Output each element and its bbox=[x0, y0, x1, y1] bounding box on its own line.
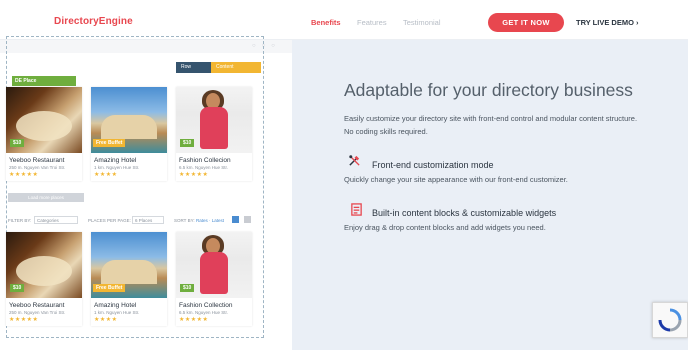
offer-badge: Free Buffet bbox=[93, 139, 126, 147]
editor-toolbar: Row Content bbox=[176, 62, 261, 73]
landing-page: DirectoryEngine Benefits Features Testim… bbox=[0, 0, 688, 350]
per-page-select[interactable]: 6 Places bbox=[132, 216, 164, 224]
model-dress-shape bbox=[200, 107, 228, 149]
hotel-image: Free Buffet bbox=[91, 87, 167, 153]
offer-badge: Free Buffet bbox=[93, 284, 126, 292]
section-headline: Adaptable for your directory business bbox=[344, 80, 633, 100]
sort-by-label: SORT BY: bbox=[174, 218, 195, 223]
filter-by-label: FILTER BY: bbox=[8, 218, 32, 223]
category-select[interactable]: Categories bbox=[34, 216, 78, 224]
hotel-image: Free Buffet bbox=[91, 232, 167, 298]
nav-testimonial[interactable]: Testimonial bbox=[403, 18, 441, 27]
per-page-label: PLACES PER PAGE: bbox=[88, 218, 131, 223]
price-badge: $10 bbox=[10, 284, 25, 292]
food-image: $10 bbox=[6, 87, 82, 153]
place-card[interactable]: Free Buffet Amazing Hotel 1 km. Nguyen H… bbox=[91, 232, 167, 326]
plate-shape bbox=[16, 256, 72, 286]
feature-description: Quickly change your site appearance with… bbox=[344, 175, 568, 184]
nav-benefits[interactable]: Benefits bbox=[311, 18, 341, 27]
rating-stars: ★★★★ bbox=[94, 317, 118, 323]
nav-features[interactable]: Features bbox=[357, 18, 387, 27]
plate-shape bbox=[16, 111, 72, 141]
fashion-image: $10 bbox=[176, 87, 252, 153]
card-title: Fashion Collecion bbox=[179, 157, 231, 164]
place-card[interactable]: $10 Yeeboo Restaurant 250 m. Nguyen Van … bbox=[6, 232, 82, 326]
building-shape bbox=[101, 260, 157, 284]
place-card[interactable]: $10 Fashion Collecion 6.5 km. Nguyen Hue… bbox=[176, 87, 252, 181]
model-dress-shape bbox=[200, 252, 228, 294]
feature-title: Built-in content blocks & customizable w… bbox=[372, 208, 557, 218]
building-shape bbox=[101, 115, 157, 139]
try-live-demo-link[interactable]: TRY LIVE DEMO › bbox=[576, 18, 639, 27]
food-image: $10 bbox=[6, 232, 82, 298]
price-badge: $10 bbox=[180, 139, 195, 147]
tools-icon bbox=[349, 155, 360, 166]
rating-stars: ★★★★★ bbox=[179, 317, 209, 323]
price-badge: $10 bbox=[10, 139, 25, 147]
category-select-value: Categories bbox=[37, 218, 59, 223]
grid-view-icon[interactable] bbox=[232, 216, 239, 223]
filter-bar: FILTER BY: Categories PLACES PER PAGE: 6… bbox=[8, 216, 264, 226]
fashion-image: $10 bbox=[176, 232, 252, 298]
rating-stars: ★★★★★ bbox=[179, 172, 209, 178]
list-view-icon[interactable] bbox=[244, 216, 251, 223]
benefits-panel: Adaptable for your directory business Ea… bbox=[292, 40, 688, 350]
load-more-button[interactable]: Load more places bbox=[8, 193, 84, 202]
row-tool-button[interactable]: Row bbox=[176, 62, 211, 73]
section-description: Easily customize your directory site wit… bbox=[344, 114, 638, 136]
rating-stars: ★★★★★ bbox=[9, 172, 39, 178]
place-card[interactable]: Free Buffet Amazing Hotel 1 km. Nguyen H… bbox=[91, 87, 167, 181]
get-it-now-button[interactable]: GET IT NOW bbox=[488, 13, 564, 32]
place-card[interactable]: $10 Fashion Collection 6.5 km. Nguyen Hu… bbox=[176, 232, 252, 326]
recaptcha-icon bbox=[658, 308, 682, 332]
card-title: Amazing Hotel bbox=[94, 302, 137, 309]
price-badge: $10 bbox=[180, 284, 195, 292]
recaptcha-badge[interactable] bbox=[652, 302, 688, 338]
rating-stars: ★★★★ bbox=[94, 172, 118, 178]
card-title: Amazing Hotel bbox=[94, 157, 137, 164]
site-header: DirectoryEngine Benefits Features Testim… bbox=[0, 0, 688, 40]
feature-description: Enjoy drag & drop content blocks and add… bbox=[344, 223, 546, 232]
feature-title: Front-end customization mode bbox=[372, 160, 494, 170]
card-title: Yeeboo Restaurant bbox=[9, 157, 65, 164]
card-title: Fashion Collection bbox=[179, 302, 233, 309]
place-block-tag[interactable]: DE Place bbox=[12, 76, 76, 86]
card-title: Yeeboo Restaurant bbox=[9, 302, 65, 309]
blocks-icon bbox=[351, 203, 362, 216]
logo[interactable]: DirectoryEngine bbox=[54, 16, 133, 27]
rating-stars: ★★★★★ bbox=[9, 317, 39, 323]
content-tool-button[interactable]: Content bbox=[211, 62, 261, 73]
place-card[interactable]: $10 Yeeboo Restaurant 250 m. Nguyen Van … bbox=[6, 87, 82, 181]
sort-value[interactable]: Rates · Latest bbox=[196, 218, 224, 223]
per-page-select-value: 6 Places bbox=[135, 218, 153, 223]
